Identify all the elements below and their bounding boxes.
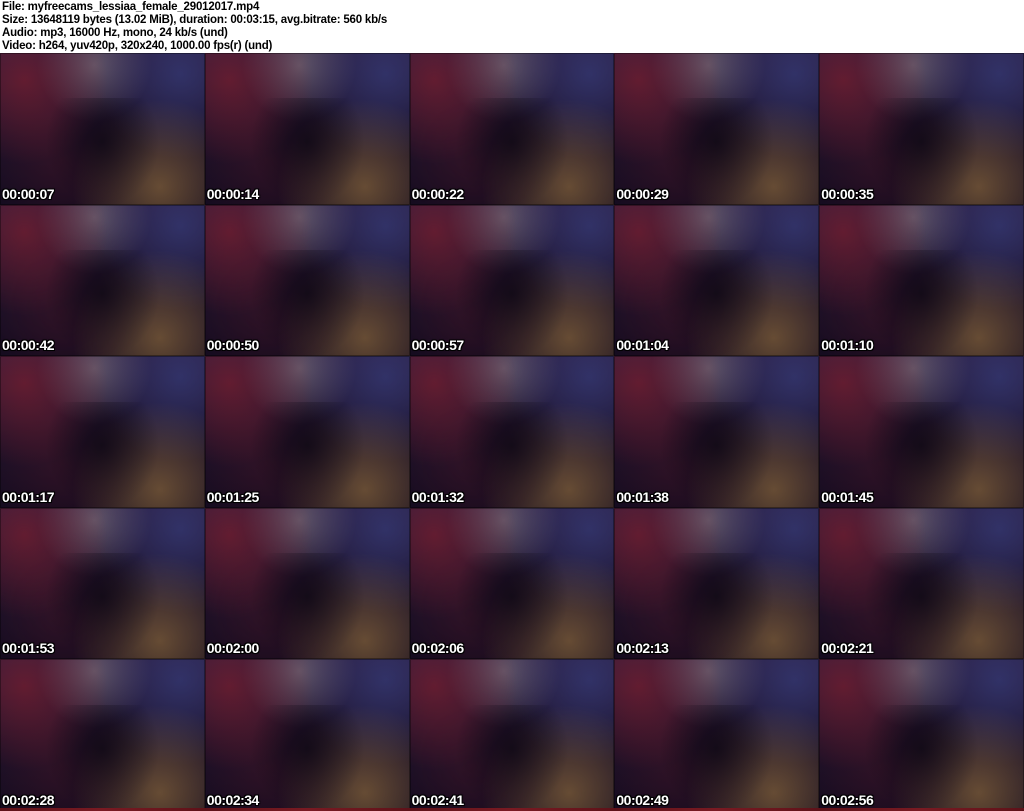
video-thumbnail: 00:00:29 [614, 53, 820, 205]
video-thumbnail: 00:02:49 [614, 659, 820, 811]
thumbnail-image-placeholder [410, 508, 615, 660]
thumbnail-image-placeholder [0, 356, 205, 508]
timestamp-overlay: 00:01:53 [2, 640, 55, 657]
thumbnail-image-placeholder [819, 53, 1024, 205]
video-thumbnail: 00:01:38 [614, 356, 820, 508]
thumbnail-image-placeholder [614, 205, 819, 357]
thumbnail-grid: 00:00:07 00:00:14 00:00:22 00:00:29 00:0… [0, 53, 1024, 811]
timestamp-overlay: 00:01:25 [206, 488, 260, 505]
video-thumbnail: 00:00:35 [819, 53, 1024, 205]
video-thumbnail: 00:02:28 [0, 659, 205, 811]
timestamp-overlay: 00:01:38 [616, 488, 669, 505]
contact-sheet: { "header": { "lines": [ "File: myfreeca… [0, 0, 1024, 811]
thumbnail-image-placeholder [410, 356, 615, 508]
timestamp-overlay: 00:02:13 [616, 640, 669, 657]
timestamp-overlay: 00:01:04 [616, 337, 669, 354]
timestamp-overlay: 00:00:07 [2, 185, 55, 202]
video-thumbnail: 00:02:13 [614, 507, 820, 660]
video-thumbnail: 00:00:42 [0, 204, 205, 357]
timestamp-overlay: 00:00:57 [411, 337, 465, 354]
thumbnail-image-placeholder [614, 53, 819, 205]
video-info-line: Video: h264, yuv420p, 320x240, 1000.00 f… [2, 40, 273, 52]
video-thumbnail: 00:01:25 [204, 356, 410, 508]
timestamp-overlay: 00:02:49 [616, 792, 669, 808]
timestamp-overlay: 00:00:50 [206, 337, 260, 354]
thumbnail-image-placeholder [614, 659, 819, 811]
timestamp-overlay: 00:02:28 [2, 792, 55, 808]
video-thumbnail: 00:01:53 [0, 507, 205, 660]
video-thumbnail: 00:00:57 [409, 204, 615, 357]
timestamp-overlay: 00:00:14 [206, 185, 260, 202]
thumbnail-image-placeholder [410, 205, 615, 357]
thumbnail-image-placeholder [819, 659, 1024, 811]
timestamp-overlay: 00:00:22 [411, 185, 465, 202]
timestamp-overlay: 00:02:06 [411, 640, 465, 657]
thumbnail-image-placeholder [614, 508, 819, 660]
thumbnail-image-placeholder [205, 356, 410, 508]
thumbnail-image-placeholder [0, 205, 205, 357]
video-thumbnail: 00:02:56 [819, 659, 1024, 811]
video-thumbnail: 00:00:14 [204, 53, 410, 205]
size-info-line: Size: 13648119 bytes (13.02 MiB), durati… [2, 14, 388, 26]
thumbnail-image-placeholder [410, 659, 615, 811]
thumbnail-image-placeholder [0, 508, 205, 660]
video-thumbnail: 00:02:06 [409, 507, 615, 660]
timestamp-overlay: 00:01:32 [411, 488, 465, 505]
video-thumbnail: 00:02:41 [409, 659, 615, 811]
video-thumbnail: 00:00:50 [204, 204, 410, 357]
thumbnail-image-placeholder [819, 205, 1024, 357]
thumbnail-image-placeholder [614, 356, 819, 508]
video-thumbnail: 00:02:34 [204, 659, 410, 811]
video-thumbnail: 00:00:07 [0, 53, 205, 205]
metadata-header: File: myfreecams_lessiaa_female_29012017… [0, 0, 1024, 53]
timestamp-overlay: 00:00:42 [2, 337, 55, 354]
timestamp-overlay: 00:02:21 [821, 640, 874, 657]
video-thumbnail: 00:01:45 [819, 356, 1024, 508]
timestamp-overlay: 00:02:56 [821, 792, 874, 808]
timestamp-overlay: 00:00:35 [821, 185, 874, 202]
thumbnail-image-placeholder [205, 659, 410, 811]
video-thumbnail: 00:02:21 [819, 507, 1024, 660]
video-thumbnail: 00:00:22 [409, 53, 615, 205]
timestamp-overlay: 00:00:29 [616, 185, 669, 202]
video-thumbnail: 00:01:17 [0, 356, 205, 508]
thumbnail-image-placeholder [205, 508, 410, 660]
thumbnail-image-placeholder [0, 659, 205, 811]
video-thumbnail: 00:01:32 [409, 356, 615, 508]
video-thumbnail: 00:01:04 [614, 204, 820, 357]
timestamp-overlay: 00:02:34 [206, 792, 260, 808]
timestamp-overlay: 00:02:00 [206, 640, 260, 657]
video-thumbnail: 00:01:10 [819, 204, 1024, 357]
timestamp-overlay: 00:01:10 [821, 337, 874, 354]
thumbnail-image-placeholder [205, 205, 410, 357]
thumbnail-image-placeholder [0, 53, 205, 205]
file-info-line: File: myfreecams_lessiaa_female_29012017… [2, 1, 260, 13]
timestamp-overlay: 00:01:45 [821, 488, 874, 505]
thumbnail-image-placeholder [205, 53, 410, 205]
thumbnail-image-placeholder [819, 508, 1024, 660]
thumbnail-image-placeholder [410, 53, 615, 205]
thumbnail-image-placeholder [819, 356, 1024, 508]
timestamp-overlay: 00:01:17 [2, 488, 55, 505]
timestamp-overlay: 00:02:41 [411, 792, 465, 808]
video-thumbnail: 00:02:00 [204, 507, 410, 660]
audio-info-line: Audio: mp3, 16000 Hz, mono, 24 kb/s (und… [2, 27, 228, 39]
